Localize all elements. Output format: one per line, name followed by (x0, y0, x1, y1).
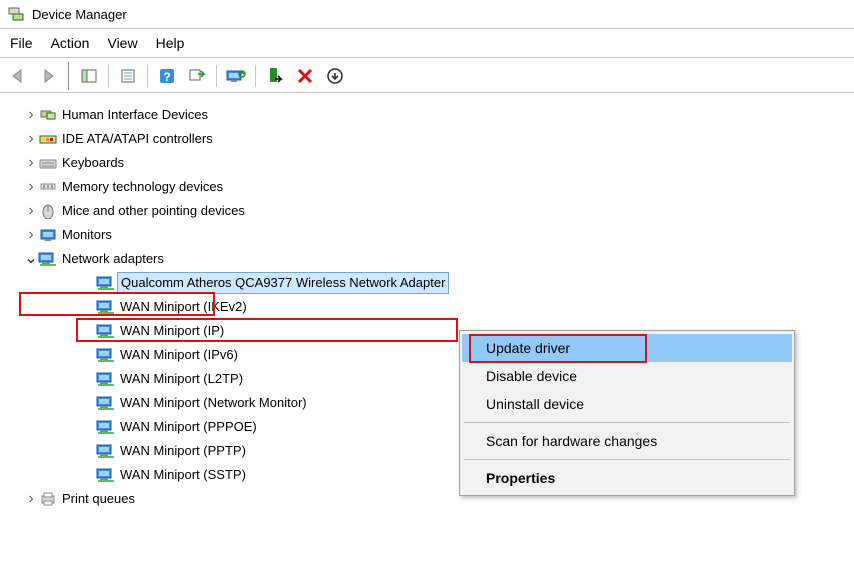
chevron-right-icon[interactable]: › (24, 103, 38, 128)
menu-view[interactable]: View (107, 35, 137, 51)
menu-disable-device[interactable]: Disable device (462, 362, 792, 390)
enable-device-button[interactable] (261, 63, 289, 89)
tree-item-label[interactable]: Keyboards (62, 153, 124, 173)
chevron-right-icon[interactable]: › (24, 175, 38, 200)
net-icon (96, 442, 116, 460)
tree-item[interactable]: › Monitors (0, 223, 854, 247)
chevron-down-icon[interactable]: ⌄ (24, 247, 38, 272)
tree-item-label[interactable]: WAN Miniport (IPv6) (120, 345, 238, 365)
hid-icon (38, 106, 58, 124)
scan-hardware-button[interactable] (183, 63, 211, 89)
menu-action[interactable]: Action (51, 35, 90, 51)
net-icon (96, 418, 116, 436)
tree-item[interactable]: ›WAN Miniport (IKEv2) (0, 295, 854, 319)
tree-item-label[interactable]: WAN Miniport (PPTP) (120, 441, 246, 461)
chevron-right-icon[interactable]: › (24, 487, 38, 512)
tree-item-label[interactable]: WAN Miniport (SSTP) (120, 465, 246, 485)
title-bar: Device Manager (0, 0, 854, 28)
forward-button[interactable] (34, 63, 62, 89)
tree-item-label[interactable]: WAN Miniport (IP) (120, 321, 224, 341)
svg-text:?: ? (163, 70, 170, 84)
tree-item-label[interactable]: WAN Miniport (L2TP) (120, 369, 243, 389)
chevron-right-icon[interactable]: › (24, 151, 38, 176)
tree-item-label[interactable]: Monitors (62, 225, 112, 245)
show-hide-console-tree-button[interactable] (75, 63, 103, 89)
tree-item[interactable]: › IDE ATA/ATAPI controllers (0, 127, 854, 151)
net-icon (96, 394, 116, 412)
net-icon (96, 298, 116, 316)
window-title: Device Manager (32, 7, 127, 22)
net-icon (38, 250, 58, 268)
tree-item-label[interactable]: WAN Miniport (Network Monitor) (120, 393, 307, 413)
menu-update-driver[interactable]: Update driver (462, 334, 792, 362)
tree-item[interactable]: › Keyboards (0, 151, 854, 175)
menu-uninstall-device[interactable]: Uninstall device (462, 390, 792, 418)
properties-button[interactable] (114, 63, 142, 89)
net-icon (96, 370, 116, 388)
net-icon (96, 322, 116, 340)
tree-item[interactable]: › Human Interface Devices (0, 103, 854, 127)
monitor-icon (38, 226, 58, 244)
tree-item-label[interactable]: WAN Miniport (PPPOE) (120, 417, 257, 437)
tree-item-label[interactable]: Print queues (62, 489, 135, 509)
tree-item-label[interactable]: Qualcomm Atheros QCA9377 Wireless Networ… (117, 272, 449, 294)
tree-item-label[interactable]: IDE ATA/ATAPI controllers (62, 129, 213, 149)
tree-item-label[interactable]: Memory technology devices (62, 177, 223, 197)
update-driver-button[interactable] (222, 63, 250, 89)
app-icon (8, 6, 24, 22)
menu-file[interactable]: File (10, 35, 33, 51)
keyboard-icon (38, 154, 58, 172)
disable-device-button[interactable] (321, 63, 349, 89)
net-icon (96, 346, 116, 364)
help-button[interactable]: ? (153, 63, 181, 89)
chevron-right-icon[interactable]: › (24, 199, 38, 224)
net-icon (96, 274, 116, 292)
net-icon (96, 466, 116, 484)
menu-properties[interactable]: Properties (462, 464, 792, 492)
tree-item-label[interactable]: Mice and other pointing devices (62, 201, 245, 221)
tree-item[interactable]: › Mice and other pointing devices (0, 199, 854, 223)
tree-item[interactable]: › Memory technology devices (0, 175, 854, 199)
chevron-right-icon[interactable]: › (24, 127, 38, 152)
tree-item-label[interactable]: Human Interface Devices (62, 105, 208, 125)
menu-separator (464, 422, 790, 423)
memory-icon (38, 178, 58, 196)
context-menu: Update driver Disable device Uninstall d… (459, 330, 795, 496)
printer-icon (38, 490, 58, 508)
menu-separator (464, 459, 790, 460)
tree-item-label[interactable]: Network adapters (62, 249, 164, 269)
menu-help[interactable]: Help (156, 35, 185, 51)
tree-item-label[interactable]: WAN Miniport (IKEv2) (120, 297, 247, 317)
uninstall-device-button[interactable] (291, 63, 319, 89)
toolbar: ? (0, 59, 854, 93)
ide-icon (38, 130, 58, 148)
tree-item[interactable]: ⌄ Network adapters (0, 247, 854, 271)
menu-bar: File Action View Help (0, 30, 854, 57)
mouse-icon (38, 202, 58, 220)
tree-item[interactable]: ›Qualcomm Atheros QCA9377 Wireless Netwo… (0, 271, 854, 295)
back-button[interactable] (4, 63, 32, 89)
chevron-right-icon[interactable]: › (24, 223, 38, 248)
menu-scan-hardware[interactable]: Scan for hardware changes (462, 427, 792, 455)
